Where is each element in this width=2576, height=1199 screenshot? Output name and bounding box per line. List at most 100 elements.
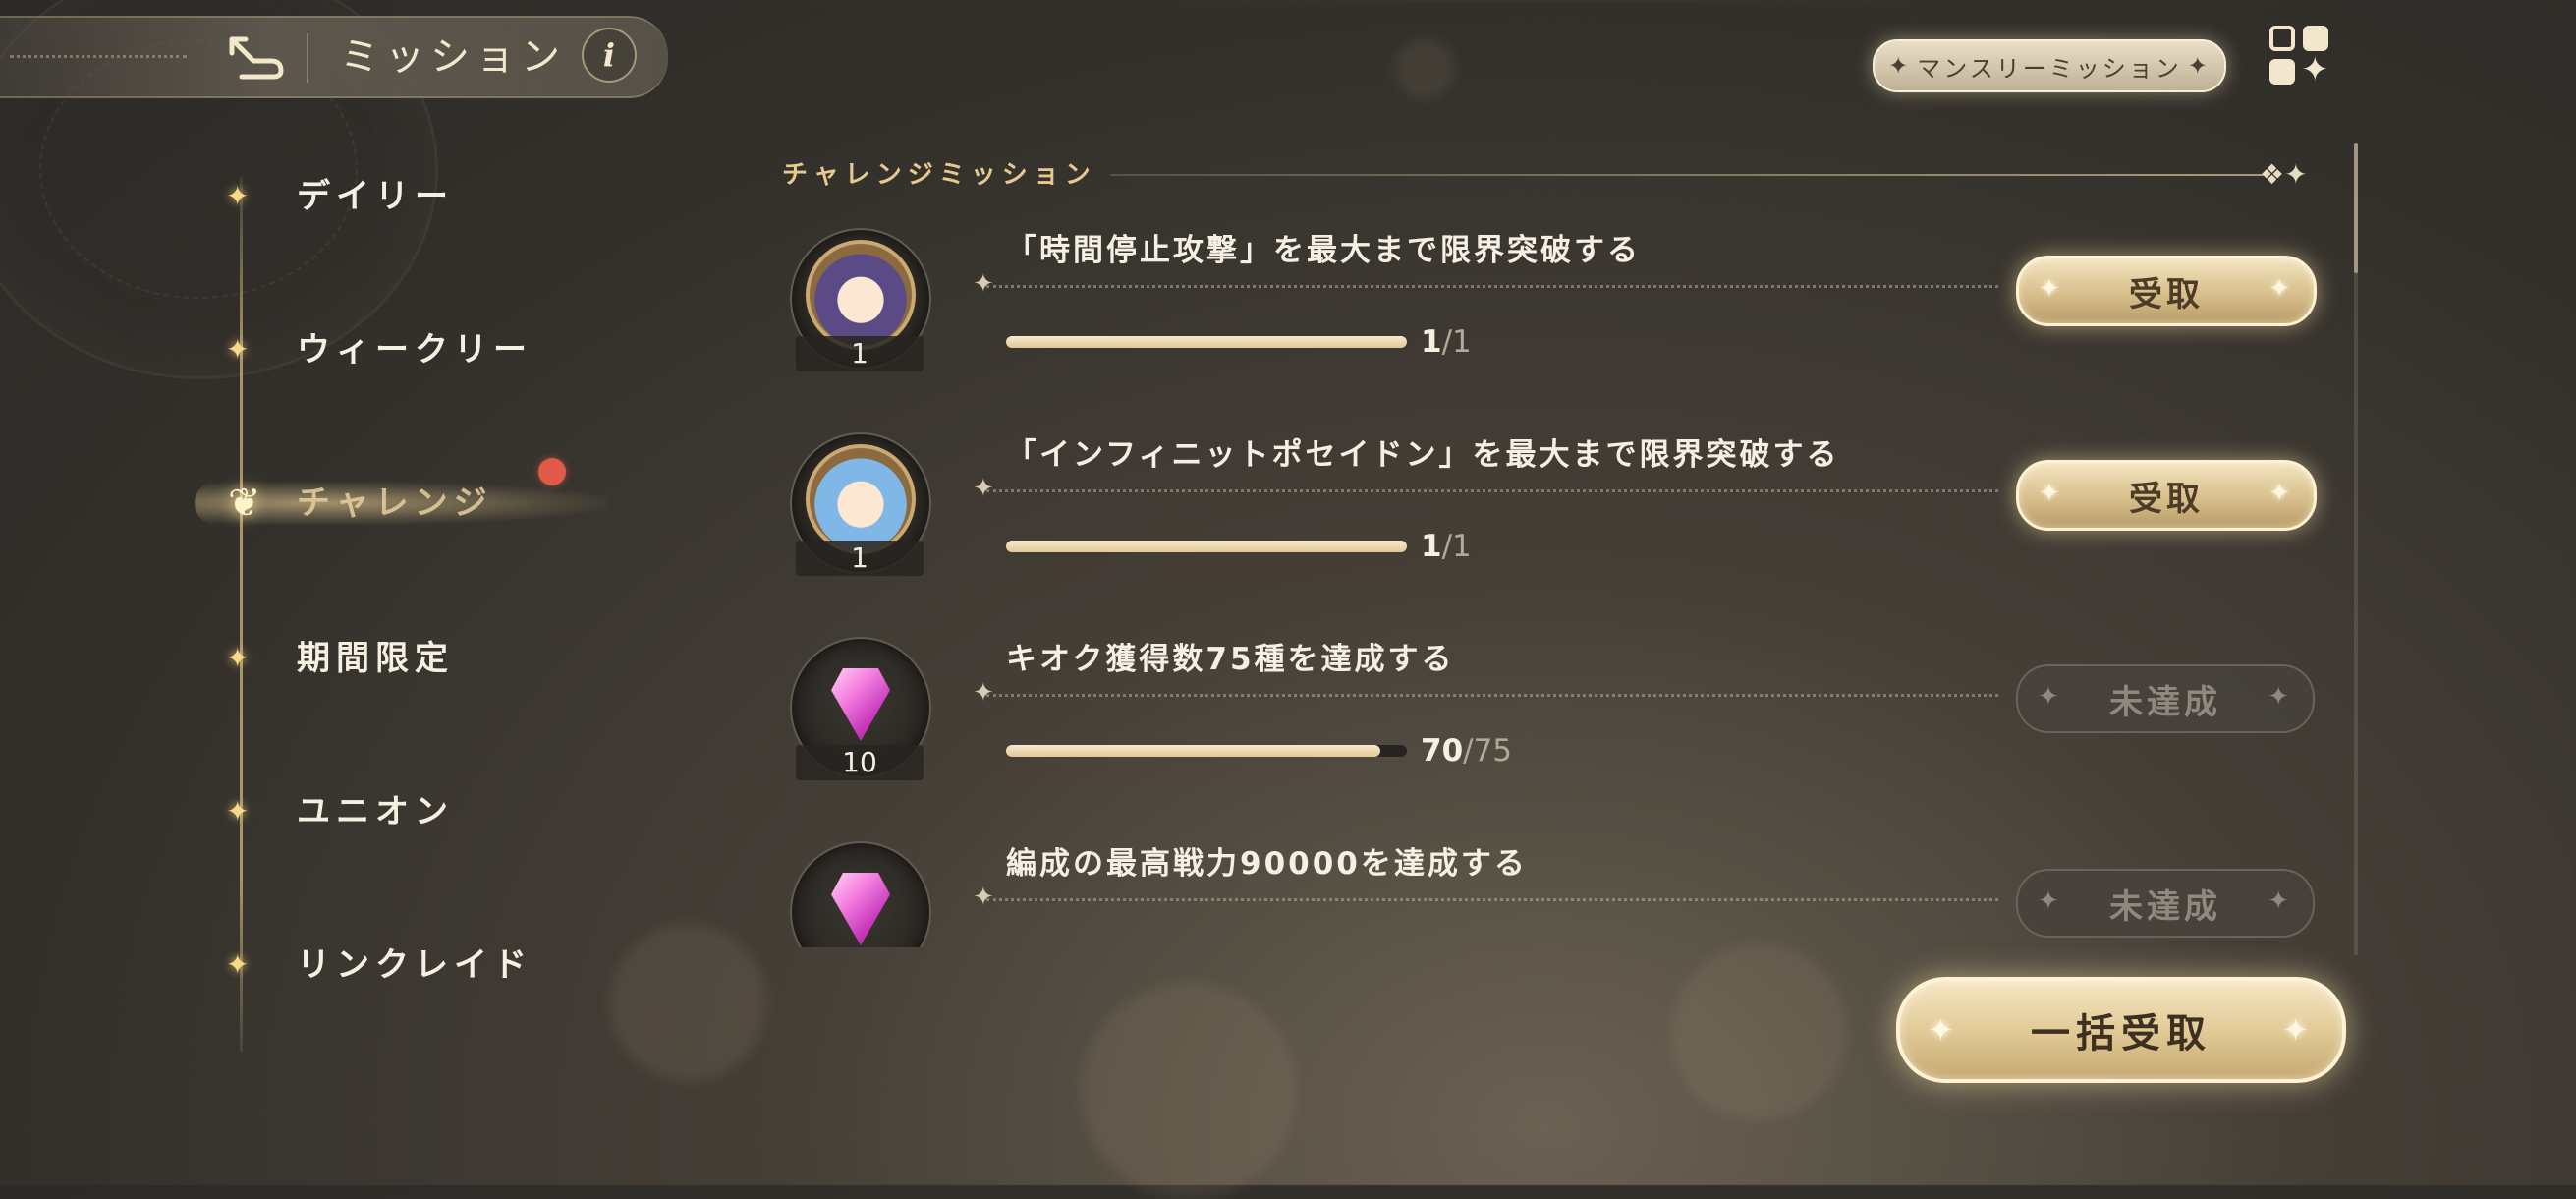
- character-portrait-icon: [806, 240, 916, 350]
- sidebar-item-linkraid[interactable]: ✦ リンクレイド: [177, 936, 589, 995]
- sidebar-item-label: 期間限定: [297, 639, 454, 678]
- dotted-separator: [986, 694, 1998, 697]
- sidebar-item-daily[interactable]: ✦ デイリー: [177, 167, 589, 226]
- star-icon: ✦: [226, 795, 250, 828]
- back-arrow-icon: [229, 36, 284, 80]
- bokeh-light: [1395, 39, 1454, 98]
- grid-square-icon: [2269, 59, 2295, 85]
- page-title: ミッション: [340, 34, 566, 80]
- sparkle-icon: ✦: [2282, 1011, 2315, 1049]
- sidebar-item-label: ウィークリー: [297, 330, 532, 370]
- progress-text: 1/1: [1421, 527, 1472, 566]
- star-icon: ✦: [226, 642, 250, 674]
- section-divider: [1110, 174, 2269, 176]
- sparkle-icon: ✦: [2038, 886, 2063, 916]
- dotted-separator: [986, 285, 1998, 288]
- sidebar-item-label: チャレンジ: [297, 484, 493, 523]
- monthly-mission-label: マンスリーミッション: [1917, 54, 2182, 83]
- mission-row: 編成の最高戦力90000を達成する ✦ ✦ 未達成 ✦: [766, 822, 2338, 947]
- sidebar-item-label: デイリー: [297, 177, 454, 216]
- grid-square-icon: [2303, 26, 2328, 51]
- mission-list[interactable]: 1 「時間停止攻撃」を最大まで限界突破する ✦ 1/1 ✦ 受取 ✦ 1 「イン…: [766, 208, 2338, 947]
- bulk-claim-label: 一括受取: [2031, 1011, 2212, 1056]
- gem-icon: [831, 873, 890, 945]
- sparkle-icon: ✦: [973, 883, 994, 912]
- bokeh-light: [609, 924, 766, 1081]
- grid-square-icon: [2269, 26, 2295, 51]
- bulk-claim-button[interactable]: ✦ 一括受取 ✦: [1896, 977, 2346, 1083]
- section-title: チャレンジミッション: [782, 160, 1096, 190]
- progress-fill: [1006, 336, 1407, 348]
- progress-bar: [1006, 336, 1407, 348]
- claim-button[interactable]: ✦ 受取 ✦: [2016, 256, 2317, 326]
- sparkle-icon: ✦: [2268, 682, 2293, 712]
- star-icon: ✦: [226, 948, 250, 981]
- sidebar-track-line: [240, 177, 243, 1052]
- sparkle-icon: ✦: [2301, 50, 2329, 89]
- character-portrait-icon: [806, 444, 916, 554]
- grid-menu-icon[interactable]: ✦: [2269, 26, 2332, 86]
- progress-total: /1: [1441, 529, 1472, 564]
- progress-fill: [1006, 541, 1407, 552]
- gem-icon: [831, 668, 890, 741]
- sparkle-icon: ✦: [2187, 52, 2211, 80]
- ornament-end-icon: ❖✦: [2260, 158, 2308, 191]
- mission-title: 「時間停止攻撃」を最大まで限界突破する: [1006, 233, 1641, 268]
- sparkle-icon: ✦: [973, 269, 994, 299]
- sparkle-icon: ✦: [973, 474, 994, 503]
- mission-row: 1 「インフィニットポセイドン」を最大まで限界突破する ✦ 1/1 ✦ 受取 ✦: [766, 413, 2338, 609]
- progress-current: 70: [1421, 733, 1464, 769]
- mission-row: 1 「時間停止攻撃」を最大まで限界突破する ✦ 1/1 ✦ 受取 ✦: [766, 208, 2338, 405]
- claim-button-label: 受取: [2129, 479, 2204, 519]
- sparkle-icon: ✦: [2268, 886, 2293, 916]
- header-divider: [307, 33, 308, 83]
- bokeh-light: [1081, 983, 1297, 1199]
- back-button[interactable]: [216, 29, 295, 85]
- progress-total: /1: [1441, 324, 1472, 360]
- star-icon: ✦: [226, 333, 250, 366]
- sparkle-icon: ✦: [2039, 274, 2064, 304]
- mission-row: 10 キオク獲得数75種を達成する ✦ 70/75 ✦ 未達成 ✦: [766, 617, 2338, 814]
- mission-title: 「インフィニットポセイドン」を最大まで限界突破する: [1006, 437, 1840, 473]
- progress-bar: [1006, 745, 1407, 757]
- sidebar-item-union[interactable]: ✦ ユニオン: [177, 782, 589, 841]
- progress-total: /75: [1463, 733, 1513, 769]
- bokeh-light: [1670, 943, 1847, 1120]
- top-header-bar: ミッション i: [0, 16, 668, 98]
- sparkle-icon: ✦: [973, 678, 994, 708]
- sidebar-item-limited[interactable]: ✦ 期間限定: [177, 629, 589, 688]
- sparkle-icon: ✦: [1928, 1011, 1960, 1049]
- not-achieved-button[interactable]: ✦ 未達成 ✦: [2016, 664, 2315, 733]
- sparkle-icon: ✦: [2038, 682, 2063, 712]
- sparkle-icon: ✦: [2268, 479, 2294, 508]
- not-achieved-button[interactable]: ✦ 未達成 ✦: [2016, 869, 2315, 938]
- sparkle-icon: ✦: [2268, 274, 2294, 304]
- scrollbar-thumb[interactable]: [2354, 143, 2358, 273]
- progress-fill: [1006, 745, 1380, 757]
- reward-icon[interactable]: [790, 841, 931, 947]
- dotted-separator: [986, 489, 1998, 492]
- info-button[interactable]: i: [582, 28, 637, 83]
- mission-title: キオク獲得数75種を達成する: [1006, 642, 1455, 677]
- monthly-mission-button[interactable]: ✦ マンスリーミッション ✦: [1873, 39, 2226, 92]
- sidebar-item-challenge[interactable]: ❦ チャレンジ: [177, 474, 607, 533]
- notification-badge: [538, 458, 566, 485]
- progress-text: 70/75: [1421, 731, 1512, 771]
- not-achieved-label: 未達成: [2109, 886, 2221, 927]
- progress-current: 1: [1421, 324, 1442, 360]
- star-icon: ✦: [226, 180, 250, 212]
- progress-text: 1/1: [1421, 322, 1472, 362]
- progress-current: 1: [1421, 529, 1442, 564]
- reward-count: 1: [796, 336, 924, 371]
- sidebar-item-label: ユニオン: [297, 792, 454, 831]
- claim-button-label: 受取: [2129, 274, 2204, 314]
- header-ornament: [10, 55, 187, 58]
- heart-emblem-icon: ❦: [228, 481, 261, 526]
- dotted-separator: [986, 898, 1998, 901]
- progress-bar: [1006, 541, 1407, 552]
- sidebar-item-weekly[interactable]: ✦ ウィークリー: [177, 320, 589, 379]
- not-achieved-label: 未達成: [2109, 682, 2221, 722]
- mission-title: 編成の最高戦力90000を達成する: [1006, 846, 1528, 882]
- sparkle-icon: ✦: [2039, 479, 2064, 508]
- claim-button[interactable]: ✦ 受取 ✦: [2016, 460, 2317, 531]
